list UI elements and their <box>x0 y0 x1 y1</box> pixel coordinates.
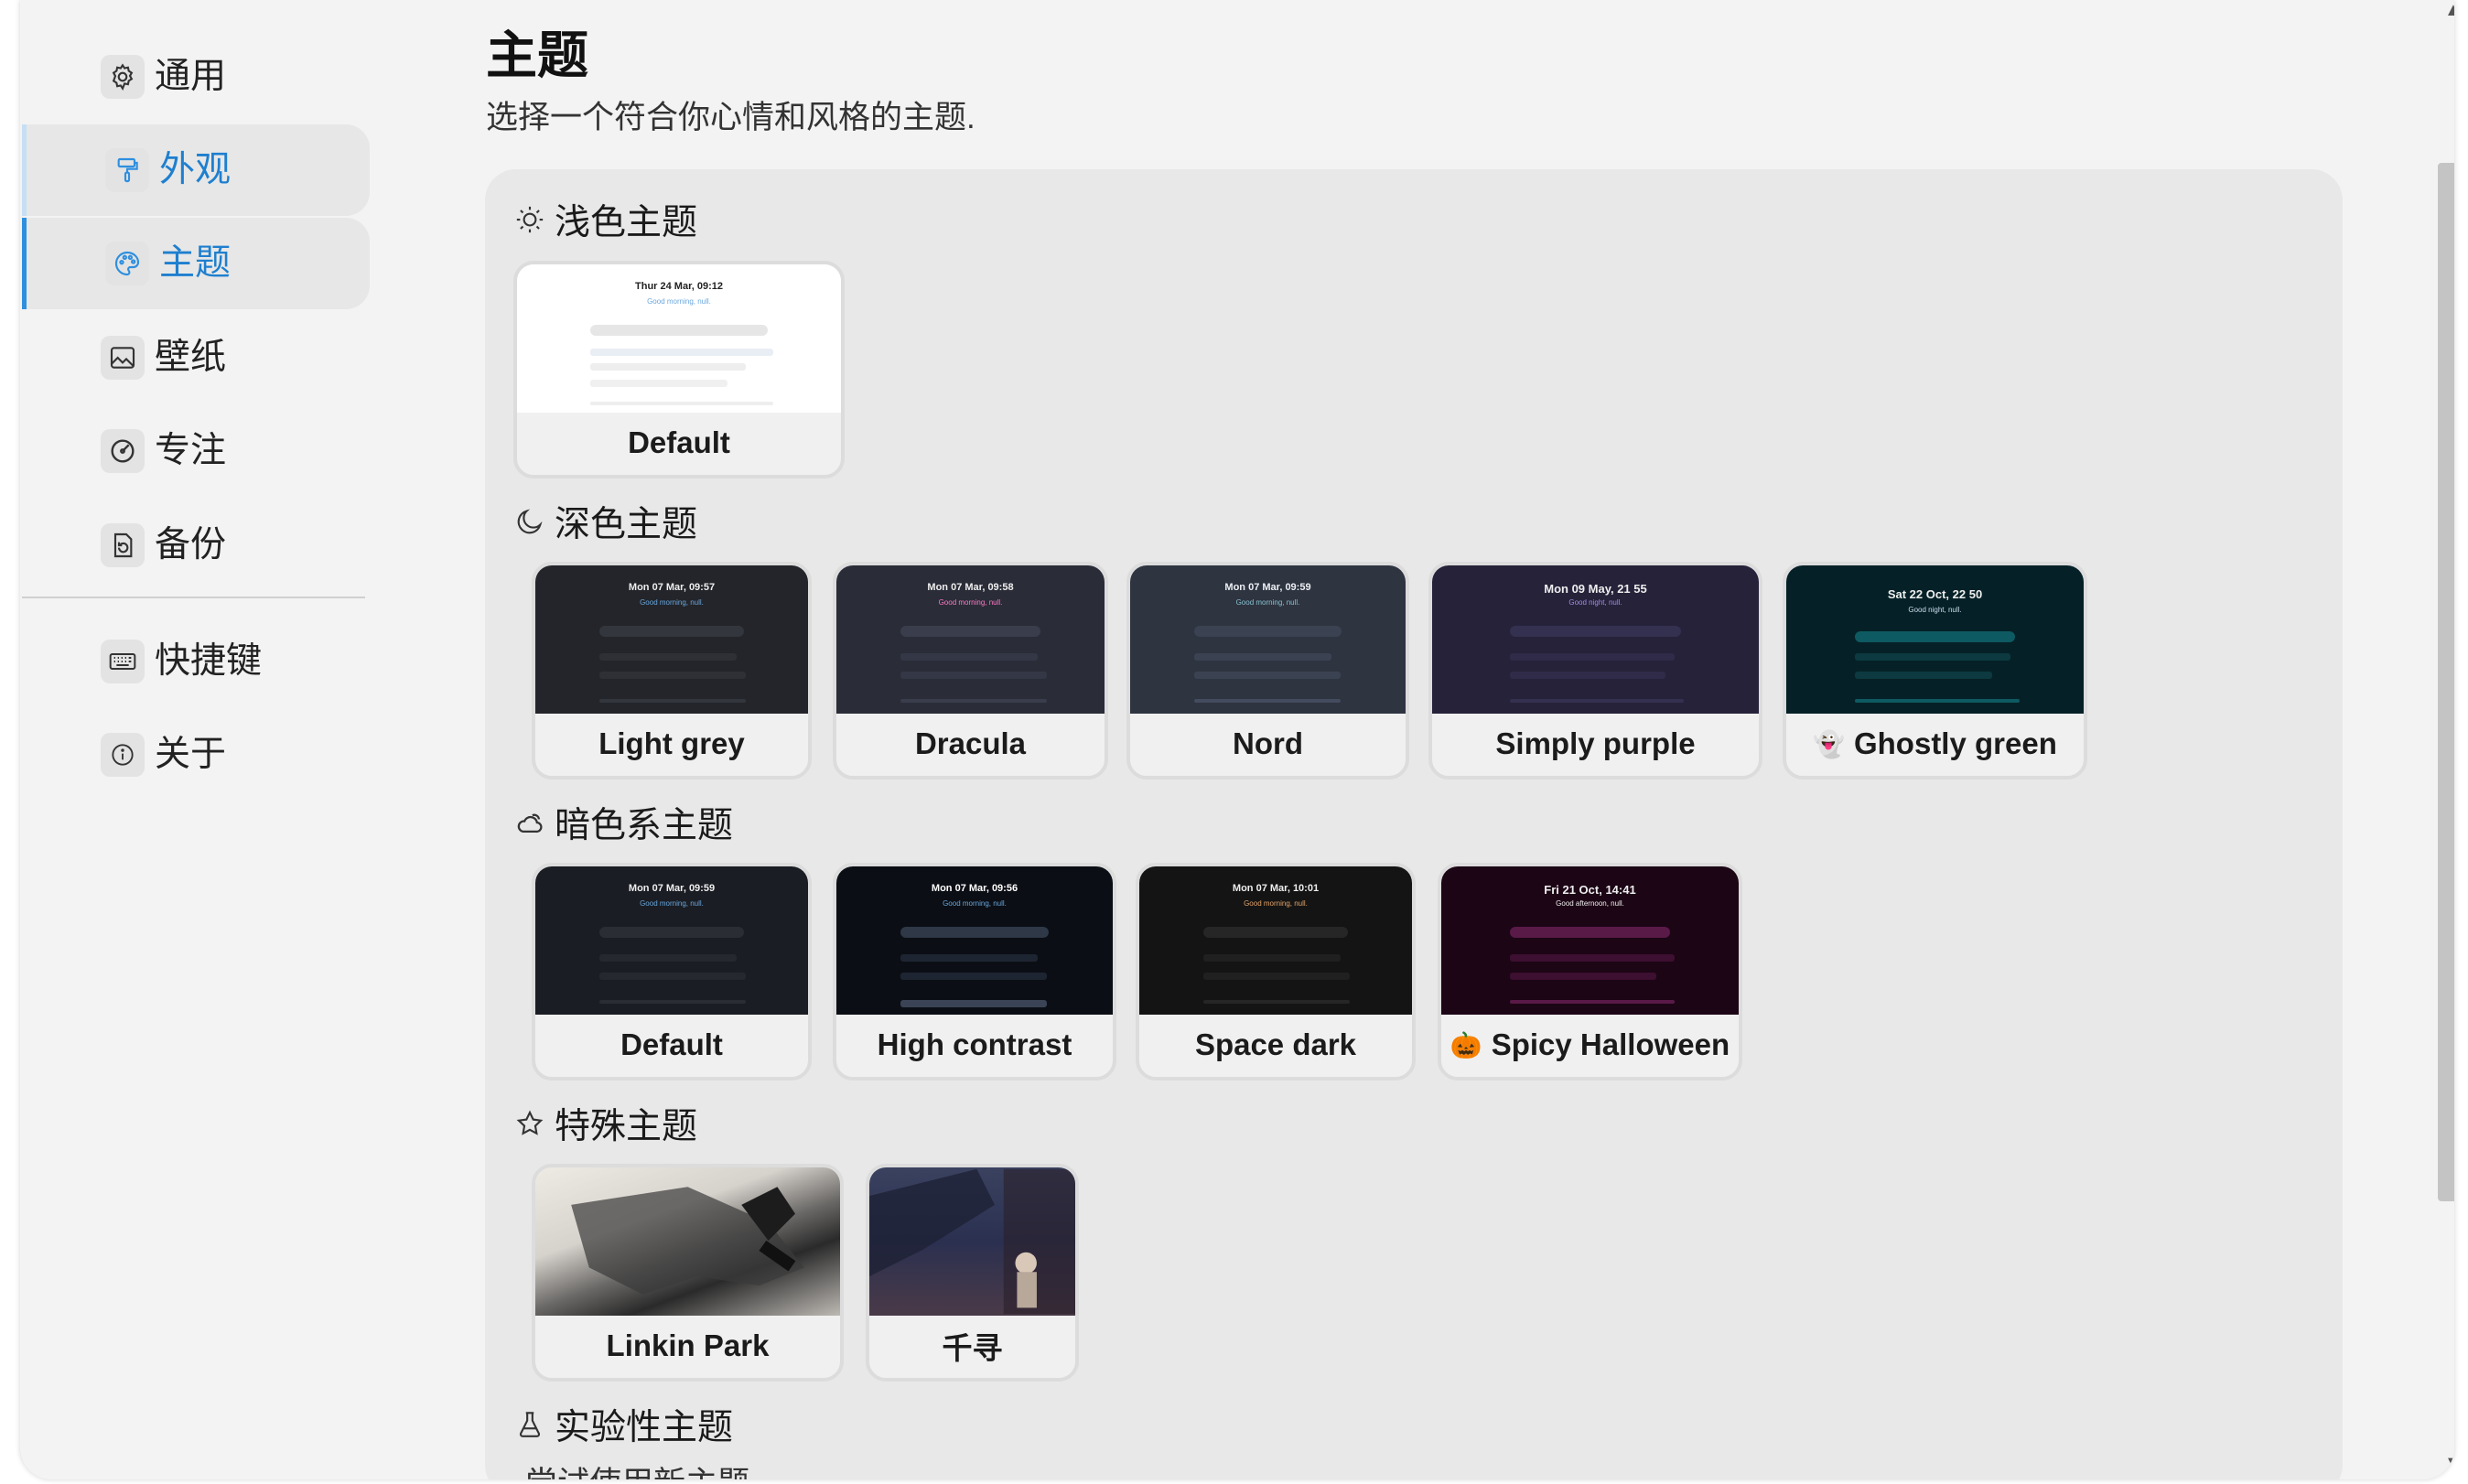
section-dark-themes: 深色主题 <box>514 496 697 547</box>
moon-icon <box>517 509 543 534</box>
theme-name: Spicy Halloween <box>1491 1027 1730 1061</box>
section-experimental-themes: 实验性主题 <box>514 1399 733 1450</box>
sidebar-divider <box>22 597 365 598</box>
theme-preview: Mon 07 Mar, 09:58 Good morning, null. <box>836 565 1105 714</box>
sidebar-item-label: 壁纸 <box>155 338 227 377</box>
theme-card-high-contrast[interactable]: Mon 07 Mar, 09:56 Good morning, null. Hi… <box>833 863 1116 1081</box>
theme-name: Linkin Park <box>606 1328 770 1362</box>
section-title: 实验性主题 <box>555 1408 734 1447</box>
section-title: 暗色系主题 <box>555 806 734 845</box>
theme-name: Dracula <box>914 726 1027 760</box>
sidebar-item-general[interactable]: 通用 <box>22 31 365 123</box>
info-icon <box>101 733 145 777</box>
sidebar-item-about[interactable]: 关于 <box>22 709 365 801</box>
sun-icon <box>516 206 544 233</box>
image-icon <box>101 336 145 380</box>
palette-icon <box>105 242 149 285</box>
pumpkin-icon: 🎃 <box>1450 1030 1482 1059</box>
sidebar-item-label: 快捷键 <box>155 641 263 681</box>
theme-name-row: 👻 Ghostly green <box>1786 712 2084 776</box>
theme-name-row: 🎃 Spicy Halloween <box>1441 1013 1739 1077</box>
flask-icon <box>519 1412 541 1437</box>
theme-card-simply-purple[interactable]: Mon 09 May, 21 55 Good night, null. Simp… <box>1428 562 1762 780</box>
theme-name: Simply purple <box>1495 726 1696 760</box>
sidebar-item-backup[interactable]: 备份 <box>22 500 365 591</box>
theme-name: High contrast <box>877 1027 1072 1061</box>
theme-preview: Mon 07 Mar, 09:59 Good morning, null. <box>535 866 808 1015</box>
star-icon <box>516 1110 544 1135</box>
theme-name: Default <box>628 425 730 459</box>
page-title: 主题 <box>486 27 588 84</box>
section-subtitle: 尝试使用新主题 <box>525 1460 749 1479</box>
section-title: 深色主题 <box>555 505 698 544</box>
backup-icon <box>101 523 145 567</box>
sidebar-item-wallpaper[interactable]: 壁纸 <box>22 312 365 403</box>
paint-roller-icon <box>105 148 149 192</box>
sidebar-item-label: 备份 <box>155 525 227 565</box>
cloud-moon-icon <box>517 813 543 833</box>
sidebar-item-appearance[interactable]: 外观 <box>22 124 370 216</box>
theme-card-light-grey[interactable]: Mon 07 Mar, 09:57 Good morning, null. Li… <box>532 562 812 780</box>
section-light-themes: 浅色主题 <box>514 194 697 245</box>
theme-card-dim-default[interactable]: Mon 07 Mar, 09:59 Good morning, null. De… <box>532 863 812 1081</box>
photo-placeholder <box>869 1168 1075 1315</box>
theme-name: Nord <box>1233 726 1303 760</box>
theme-card-nord[interactable]: Mon 07 Mar, 09:59 Good morning, null. No… <box>1126 562 1409 780</box>
theme-name: Default <box>620 1027 723 1061</box>
theme-preview: Mon 07 Mar, 10:01 Good morning, null. <box>1139 866 1412 1015</box>
sidebar-item-focus[interactable]: 专注 <box>22 405 365 497</box>
theme-preview: Mon 07 Mar, 09:59 Good morning, null. <box>1130 565 1406 714</box>
theme-card-linkin-park[interactable]: Linkin Park <box>532 1164 844 1382</box>
section-dim-themes: 暗色系主题 <box>514 797 733 848</box>
theme-preview-image <box>869 1167 1075 1316</box>
target-icon <box>101 429 145 473</box>
photo-placeholder <box>571 1187 804 1295</box>
theme-card-qianxun[interactable]: 千寻 <box>866 1164 1079 1382</box>
theme-card-ghostly-green[interactable]: Sat 22 Oct, 22 50 Good night, null. 👻 Gh… <box>1783 562 2087 780</box>
section-special-themes: 特殊主题 <box>514 1098 697 1149</box>
section-title: 特殊主题 <box>555 1107 698 1146</box>
theme-card-dracula[interactable]: Mon 07 Mar, 09:58 Good morning, null. Dr… <box>833 562 1108 780</box>
sidebar-item-shortcuts[interactable]: 快捷键 <box>22 616 365 707</box>
theme-card-light-default[interactable]: Thur 24 Mar, 09:12 Good morning, null. D… <box>513 261 845 479</box>
section-title: 浅色主题 <box>555 203 698 242</box>
page-subtitle: 选择一个符合你心情和风格的主题. <box>486 100 975 135</box>
scrollbar-thumb[interactable] <box>2438 163 2454 1201</box>
sidebar-item-label: 关于 <box>155 735 227 774</box>
theme-preview-image <box>535 1167 840 1316</box>
ghost-icon: 👻 <box>1813 729 1845 758</box>
theme-name: 千寻 <box>942 1331 1003 1365</box>
theme-card-spicy-halloween[interactable]: Fri 21 Oct, 14:41 Good afternoon, null. … <box>1438 863 1742 1081</box>
theme-preview: Sat 22 Oct, 22 50 Good night, null. <box>1786 565 2084 714</box>
theme-name: Light grey <box>598 726 745 760</box>
sidebar: 通用 外观 主题 壁纸 专注 备份 快捷键 关于 <box>20 0 370 1479</box>
theme-name: Ghostly green <box>1853 726 2057 760</box>
scroll-down-arrow[interactable]: ▼ <box>2444 1453 2454 1474</box>
theme-card-space-dark[interactable]: Mon 07 Mar, 10:01 Good morning, null. Sp… <box>1136 863 1416 1081</box>
theme-preview: Mon 07 Mar, 09:57 Good morning, null. <box>535 565 808 714</box>
theme-preview: Thur 24 Mar, 09:12 Good morning, null. <box>517 264 841 413</box>
theme-preview: Fri 21 Oct, 14:41 Good afternoon, null. <box>1441 866 1739 1015</box>
theme-preview: Mon 07 Mar, 09:56 Good morning, null. <box>836 866 1113 1015</box>
theme-preview: Mon 09 May, 21 55 Good night, null. <box>1432 565 1759 714</box>
settings-window: 通用 外观 主题 壁纸 专注 备份 快捷键 关于 主题 选择一个符合你心情和风格… <box>20 0 2454 1479</box>
theme-name: Space dark <box>1194 1027 1357 1061</box>
scroll-up-arrow[interactable]: ▲ <box>2444 0 2454 21</box>
sidebar-item-label: 通用 <box>155 57 227 96</box>
sidebar-item-themes[interactable]: 主题 <box>22 218 370 309</box>
sidebar-item-label: 主题 <box>159 243 232 283</box>
sidebar-item-label: 外观 <box>159 150 232 189</box>
keyboard-icon <box>101 640 145 683</box>
gear-icon <box>101 55 145 99</box>
sidebar-item-label: 专注 <box>155 431 227 470</box>
